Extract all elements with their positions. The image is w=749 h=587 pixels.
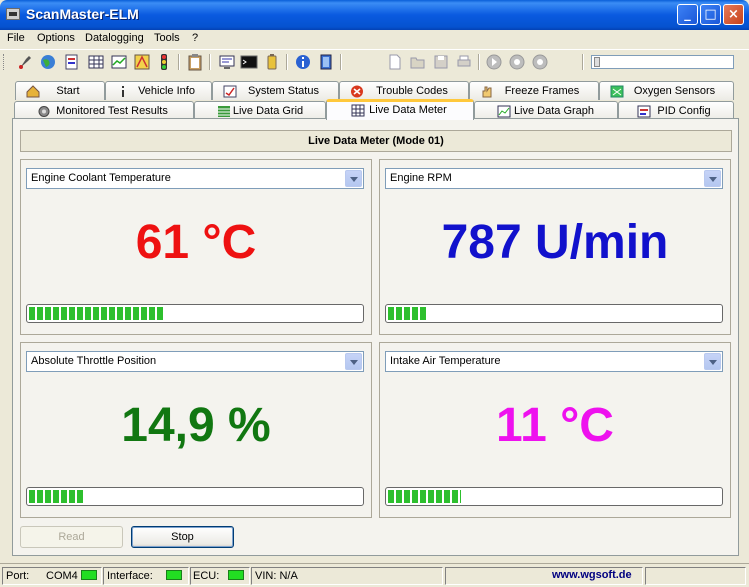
ecu-led-icon [228,570,244,580]
chevron-down-icon[interactable] [704,353,721,370]
globe-icon[interactable] [39,53,57,71]
tab-start[interactable]: Start [15,81,105,100]
meter-value: 787 U/min [441,216,669,269]
ecu-label: ECU: [193,570,220,582]
map-icon[interactable] [133,53,151,71]
meter-level-bar [385,304,723,323]
meter-value: 61 °C [135,216,257,269]
read-button[interactable]: Read [20,526,123,548]
toolbar-slider[interactable] [591,55,734,69]
port-label: Port: [6,570,30,582]
meter-intake-air-temperature: Intake Air Temperature 11 °C [379,342,731,518]
stop-icon[interactable] [531,53,549,71]
tab-vehicle-info[interactable]: Vehicle Info [105,81,212,100]
panel-title: Live Data Meter (Mode 01) [20,130,732,152]
maximize-button[interactable]: □ [700,4,721,25]
title-bar[interactable]: ScanMaster-ELM _ □ × [0,0,749,30]
probe-icon[interactable] [17,53,35,71]
port-led-icon [81,570,97,580]
tab-oxygen-sensors[interactable]: Oxygen Sensors [599,81,734,100]
grid-icon[interactable] [87,53,105,71]
open-file-icon[interactable] [409,53,427,71]
vin-label: VIN: N/A [255,570,298,582]
window-title: ScanMaster-ELM [26,6,139,22]
info-icon[interactable] [294,53,312,71]
monitor-icon[interactable] [218,53,236,71]
exit-icon[interactable] [317,53,335,71]
toolbar-separator [178,54,180,70]
parameter-select[interactable]: Absolute Throttle Position [26,351,364,372]
close-button[interactable]: × [723,4,744,25]
pause-icon[interactable] [508,53,526,71]
traffic-light-icon[interactable] [155,53,173,71]
toolbar-separator [582,54,584,70]
meter-engine-rpm: Engine RPM 787 U/min [379,159,731,335]
menu-file[interactable]: File [7,32,25,44]
chevron-down-icon[interactable] [345,353,362,370]
play-icon[interactable] [485,53,503,71]
tab-system-status[interactable]: System Status [212,81,339,100]
tab-freeze-frames[interactable]: Freeze Frames [469,81,599,100]
meter-level-fill [388,490,462,503]
menu-tools[interactable]: Tools [154,32,180,44]
meter-level-bar [26,304,364,323]
status-bar: Port: COM4 Interface: ECU: VIN: N/A www.… [0,563,749,587]
meter-value: 14,9 % [121,399,271,452]
stop-button[interactable]: Stop [131,526,234,548]
clipboard-icon[interactable] [186,53,204,71]
terminal-icon[interactable] [240,53,258,71]
meter-level-fill [29,490,86,503]
menu-bar: File Options Datalogging Tools ? [0,30,749,48]
parameter-select[interactable]: Intake Air Temperature [385,351,723,372]
toolbar [0,49,749,74]
interface-label: Interface: [107,570,153,582]
meter-level-fill [29,307,166,320]
live-data-meter-panel: Live Data Meter (Mode 01) Engine Coolant… [12,118,739,556]
parameter-select[interactable]: Engine RPM [385,168,723,189]
empty-segment [645,567,746,585]
new-file-icon[interactable] [386,53,404,71]
chart-icon[interactable] [110,53,128,71]
meter-throttle-position: Absolute Throttle Position 14,9 % [20,342,372,518]
meter-coolant-temperature: Engine Coolant Temperature 61 °C [20,159,372,335]
meter-level-bar [385,487,723,506]
document-icon[interactable] [63,53,81,71]
menu-datalogging[interactable]: Datalogging [85,32,144,44]
parameter-select[interactable]: Engine Coolant Temperature [26,168,364,189]
port-value: COM4 [46,570,78,582]
meter-level-fill [388,307,428,320]
toolbar-separator [340,54,342,70]
toolbar-separator [209,54,211,70]
app-icon [6,8,20,20]
battery-icon[interactable] [263,53,281,71]
meter-level-bar [26,487,364,506]
toolbar-grip[interactable] [3,54,6,70]
chevron-down-icon[interactable] [704,170,721,187]
save-icon[interactable] [432,53,450,71]
tab-trouble-codes[interactable]: Trouble Codes [339,81,469,100]
menu-help[interactable]: ? [192,32,198,44]
toolbar-separator [286,54,288,70]
interface-led-icon [166,570,182,580]
print-icon[interactable] [455,53,473,71]
minimize-button[interactable]: _ [677,4,698,25]
chevron-down-icon[interactable] [345,170,362,187]
toolbar-separator [478,54,480,70]
tab-live-data-meter[interactable]: Live Data Meter [326,99,474,120]
website-link[interactable]: www.wgsoft.de [552,569,632,581]
meter-value: 11 °C [496,399,614,452]
slider-knob[interactable] [594,57,600,67]
menu-options[interactable]: Options [37,32,75,44]
